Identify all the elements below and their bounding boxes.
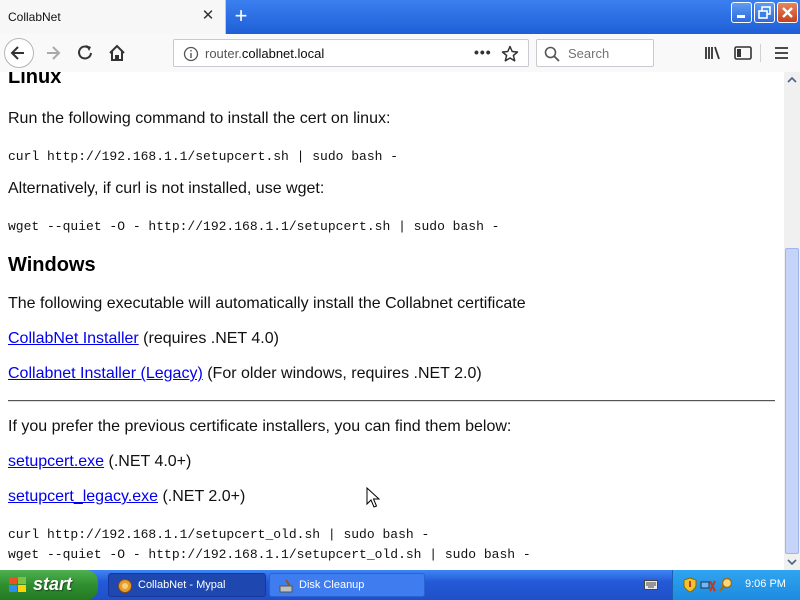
collabnet-installer-legacy-link[interactable]: Collabnet Installer (Legacy) (8, 365, 203, 382)
installer-line: CollabNet Installer (requires .NET 4.0) (8, 330, 279, 348)
start-button[interactable]: start (0, 570, 98, 600)
setupcert-legacy-note: (.NET 2.0+) (158, 488, 246, 505)
library-button[interactable] (698, 38, 728, 68)
windows-heading: Windows (8, 254, 96, 276)
horizontal-rule (8, 400, 775, 402)
search-bar[interactable]: Search (536, 39, 654, 67)
legacy-installer-line: Collabnet Installer (Legacy) (For older … (8, 365, 482, 383)
setupcert-line: setupcert.exe (.NET 4.0+) (8, 453, 191, 471)
back-button[interactable] (4, 38, 34, 68)
url-text[interactable]: router.collabnet.local (205, 46, 324, 61)
disk-cleanup-icon (278, 578, 294, 599)
system-tray: 9:06 PM (672, 570, 800, 600)
taskbar-item-label: Disk Cleanup (299, 579, 365, 591)
bookmark-star-icon[interactable] (501, 45, 519, 68)
search-tray-icon[interactable] (718, 577, 734, 598)
windows-logo-icon (8, 576, 28, 599)
windows-intro-text: The following executable will automatica… (8, 295, 526, 312)
linux-wget-command: wget --quiet -O - http://192.168.1.1/set… (8, 219, 500, 234)
toolbar-separator (760, 44, 761, 62)
new-tab-icon[interactable]: + (230, 4, 252, 28)
search-icon (544, 46, 560, 67)
setupcert-legacy-line: setupcert_legacy.exe (.NET 2.0+) (8, 488, 245, 506)
browser-tab[interactable]: CollabNet ✕ (0, 0, 226, 34)
taskbar: start CollabNet - Mypal Disk Cleanup 9:0… (0, 570, 800, 600)
taskbar-item-collabnet[interactable]: CollabNet - Mypal (108, 573, 266, 597)
home-button[interactable] (102, 38, 132, 68)
linux-alt-text: Alternatively, if curl is not installed,… (8, 180, 325, 197)
navigation-bar: router.collabnet.local ••• Search (0, 34, 800, 73)
previous-installers-text: If you prefer the previous certificate i… (8, 418, 512, 435)
linux-heading: Linux (8, 72, 62, 88)
search-input[interactable]: Search (568, 46, 609, 61)
old-wget-command: wget --quiet -O - http://192.168.1.1/set… (8, 547, 531, 562)
scroll-down-arrow-icon[interactable] (784, 554, 800, 570)
clock[interactable]: 9:06 PM (745, 578, 786, 590)
restore-button[interactable] (754, 2, 775, 23)
setupcert-legacy-exe-link[interactable]: setupcert_legacy.exe (8, 488, 158, 505)
forward-button[interactable] (38, 38, 68, 68)
sidebar-button[interactable] (728, 38, 758, 68)
taskbar-item-label: CollabNet - Mypal (138, 579, 226, 591)
page-actions-icon[interactable]: ••• (474, 43, 496, 63)
title-bar: CollabNet ✕ + (0, 0, 800, 34)
scroll-up-arrow-icon[interactable] (784, 72, 800, 88)
scrollbar-thumb[interactable] (785, 248, 799, 554)
close-window-button[interactable] (777, 2, 798, 23)
old-curl-command: curl http://192.168.1.1/setupcert_old.sh… (8, 527, 430, 542)
vertical-scrollbar[interactable] (784, 72, 800, 570)
linux-curl-command: curl http://192.168.1.1/setupcert.sh | s… (8, 149, 399, 164)
menu-button[interactable] (767, 38, 797, 68)
security-shield-icon[interactable] (683, 577, 697, 598)
network-icon[interactable] (700, 577, 716, 598)
info-icon[interactable] (183, 46, 199, 67)
installer-note: (requires .NET 4.0) (138, 330, 279, 347)
setupcert-note: (.NET 4.0+) (104, 453, 192, 470)
start-label: start (33, 574, 73, 594)
browser-icon (117, 578, 133, 599)
minimize-button[interactable] (731, 2, 752, 23)
legacy-installer-note: (For older windows, requires .NET 2.0) (202, 365, 482, 382)
reload-button[interactable] (70, 38, 100, 68)
taskbar-item-disk-cleanup[interactable]: Disk Cleanup (269, 573, 425, 597)
mouse-cursor-icon (366, 486, 381, 514)
linux-intro-text: Run the following command to install the… (8, 110, 391, 127)
url-bar[interactable]: router.collabnet.local ••• (173, 39, 529, 67)
collabnet-installer-link[interactable]: CollabNet Installer (8, 330, 139, 347)
setupcert-exe-link[interactable]: setupcert.exe (8, 453, 104, 470)
close-tab-icon[interactable]: ✕ (200, 8, 216, 24)
page-content: Linux Run the following command to insta… (0, 72, 784, 570)
tab-title: CollabNet (8, 10, 61, 24)
keyboard-icon[interactable] (644, 578, 658, 596)
